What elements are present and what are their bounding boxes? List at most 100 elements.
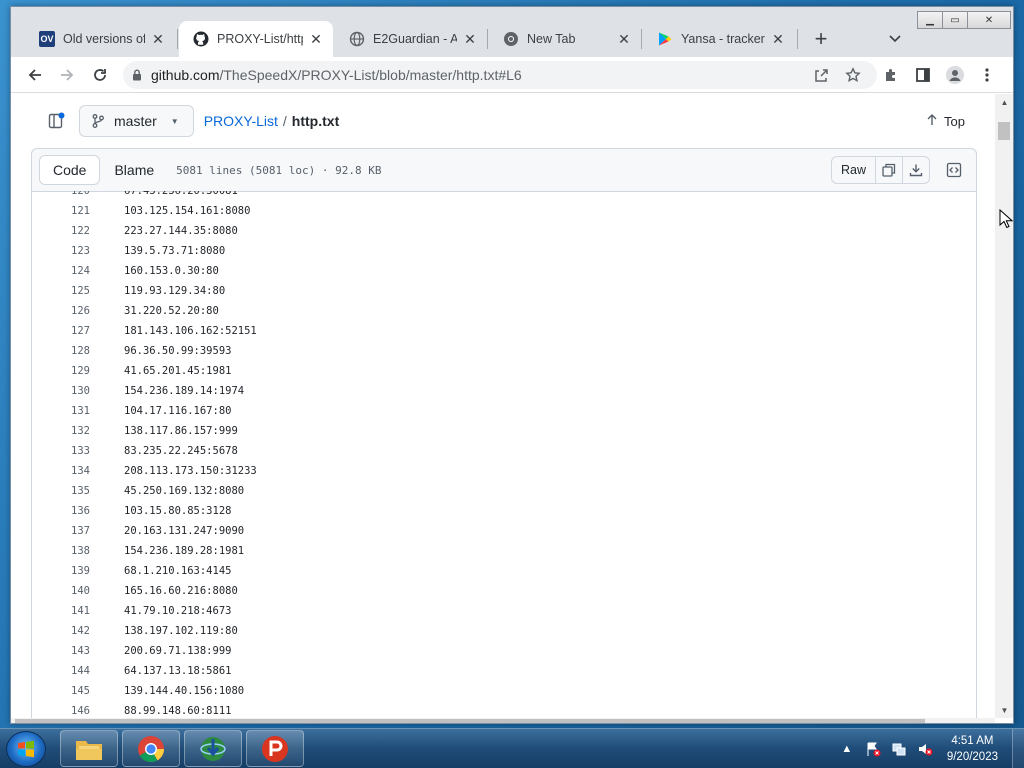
url-text[interactable]: github.com/TheSpeedX/PROXY-List/blob/mas… [151, 67, 522, 83]
vertical-scrollbar[interactable]: ▲ ▼ [995, 94, 1013, 718]
start-button[interactable] [6, 731, 46, 767]
code-line[interactable]: 122 223.27.144.35:8080 [32, 221, 976, 241]
line-number[interactable]: 146 [32, 705, 90, 717]
close-tab-icon[interactable]: ✕ [307, 30, 325, 48]
taskbar-chrome[interactable] [122, 730, 180, 767]
share-icon[interactable] [807, 61, 835, 89]
scrollbar-thumb[interactable] [998, 122, 1010, 140]
scroll-up-arrow-icon[interactable]: ▲ [995, 94, 1013, 110]
line-number[interactable]: 127 [32, 325, 90, 337]
line-number[interactable]: 145 [32, 685, 90, 697]
code-line[interactable]: 143 200.69.71.138:999 [32, 641, 976, 661]
line-number[interactable]: 123 [32, 245, 90, 257]
line-number[interactable]: 143 [32, 645, 90, 657]
line-number[interactable]: 140 [32, 585, 90, 597]
tab-e2guardian[interactable]: E2Guardian - Acc ✕ [335, 21, 487, 57]
code-line[interactable]: 120 67.43.236.20:30081 [32, 191, 976, 201]
volume-muted-icon[interactable] [915, 739, 935, 759]
code-line[interactable]: 121 103.125.154.161:8080 [32, 201, 976, 221]
tab-yansa[interactable]: Yansa - tracker fo ✕ [643, 21, 795, 57]
bookmark-star-icon[interactable] [839, 61, 867, 89]
address-bar[interactable]: github.com/TheSpeedX/PROXY-List/blob/mas… [123, 61, 877, 89]
download-icon[interactable] [902, 157, 929, 183]
new-tab-button[interactable]: + [807, 25, 835, 53]
breadcrumb-repo-link[interactable]: PROXY-List [204, 113, 278, 129]
code-line[interactable]: 132 138.117.86.157:999 [32, 421, 976, 441]
code-line[interactable]: 127 181.143.106.162:52151 [32, 321, 976, 341]
side-panel-icon[interactable] [909, 61, 937, 89]
profile-avatar-icon[interactable] [941, 61, 969, 89]
back-arrow-icon[interactable] [21, 61, 49, 89]
close-tab-icon[interactable]: ✕ [461, 30, 479, 48]
code-line[interactable]: 146 88.99.148.60:8111 [32, 701, 976, 718]
code-line[interactable]: 145 139.144.40.156:1080 [32, 681, 976, 701]
close-tab-icon[interactable]: ✕ [149, 30, 167, 48]
menu-kebab-icon[interactable] [973, 61, 1001, 89]
tab-proxy-list[interactable]: PROXY-List/http. ✕ [179, 21, 333, 57]
code-line[interactable]: 137 20.163.131.247:9090 [32, 521, 976, 541]
code-line[interactable]: 144 64.137.13.18:5861 [32, 661, 976, 681]
line-number[interactable]: 128 [32, 345, 90, 357]
branch-selector-button[interactable]: master ▼ [79, 105, 194, 137]
close-tab-icon[interactable]: ✕ [769, 30, 787, 48]
horizontal-scrollbar-thumb[interactable] [15, 719, 925, 723]
code-line[interactable]: 130 154.236.189.14:1974 [32, 381, 976, 401]
code-line[interactable]: 126 31.220.52.20:80 [32, 301, 976, 321]
line-number[interactable]: 120 [32, 191, 90, 197]
extensions-puzzle-icon[interactable] [877, 61, 905, 89]
lock-icon[interactable] [123, 69, 151, 81]
line-number[interactable]: 124 [32, 265, 90, 277]
raw-button[interactable]: Raw [832, 157, 875, 183]
file-tree-toggle-icon[interactable] [41, 106, 71, 136]
line-number[interactable]: 144 [32, 665, 90, 677]
line-number[interactable]: 132 [32, 425, 90, 437]
tab-old-versions[interactable]: OV Old versions of W ✕ [25, 21, 175, 57]
code-line[interactable]: 124 160.153.0.30:80 [32, 261, 976, 281]
taskbar-download-manager[interactable] [184, 730, 242, 767]
line-number[interactable]: 131 [32, 405, 90, 417]
code-line[interactable]: 133 83.235.22.245:5678 [32, 441, 976, 461]
line-number[interactable]: 139 [32, 565, 90, 577]
system-clock[interactable]: 4:51 AM 9/20/2023 [947, 733, 998, 765]
blame-view-button[interactable]: Blame [100, 155, 168, 185]
close-tab-icon[interactable]: ✕ [615, 30, 633, 48]
reload-icon[interactable] [86, 61, 114, 89]
line-number[interactable]: 121 [32, 205, 90, 217]
code-view[interactable]: 120 67.43.236.20:30081 121 103.125.154.161:… [31, 191, 977, 718]
symbols-panel-icon[interactable] [940, 156, 968, 184]
tab-search-chevron-icon[interactable] [883, 27, 907, 51]
code-line[interactable]: 135 45.250.169.132:8080 [32, 481, 976, 501]
line-number[interactable]: 137 [32, 525, 90, 537]
copy-icon[interactable] [875, 157, 902, 183]
line-number[interactable]: 141 [32, 605, 90, 617]
code-line[interactable]: 140 165.16.60.216:8080 [32, 581, 976, 601]
scroll-down-arrow-icon[interactable]: ▼ [995, 702, 1013, 718]
line-number[interactable]: 130 [32, 385, 90, 397]
tab-new-tab[interactable]: New Tab ✕ [489, 21, 641, 57]
top-button[interactable]: Top [927, 113, 965, 129]
minimize-window-icon[interactable]: ▁ [917, 11, 943, 29]
line-number[interactable]: 138 [32, 545, 90, 557]
show-hidden-icons-icon[interactable]: ▲ [837, 739, 857, 759]
line-number[interactable]: 125 [32, 285, 90, 297]
line-number[interactable]: 136 [32, 505, 90, 517]
code-line[interactable]: 139 68.1.210.163:4145 [32, 561, 976, 581]
line-number[interactable]: 126 [32, 305, 90, 317]
line-number[interactable]: 134 [32, 465, 90, 477]
line-number[interactable]: 135 [32, 485, 90, 497]
line-number[interactable]: 122 [32, 225, 90, 237]
code-line[interactable]: 128 96.36.50.99:39593 [32, 341, 976, 361]
line-number[interactable]: 133 [32, 445, 90, 457]
code-line[interactable]: 131 104.17.116.167:80 [32, 401, 976, 421]
action-center-flag-icon[interactable] [863, 739, 883, 759]
show-desktop-button[interactable] [1012, 729, 1024, 768]
code-line[interactable]: 125 119.93.129.34:80 [32, 281, 976, 301]
horizontal-scrollbar[interactable] [11, 718, 995, 723]
code-line[interactable]: 138 154.236.189.28:1981 [32, 541, 976, 561]
line-number[interactable]: 129 [32, 365, 90, 377]
code-line[interactable]: 141 41.79.10.218:4673 [32, 601, 976, 621]
code-line[interactable]: 134 208.113.173.150:31233 [32, 461, 976, 481]
line-number[interactable]: 142 [32, 625, 90, 637]
code-line[interactable]: 129 41.65.201.45:1981 [32, 361, 976, 381]
forward-arrow-icon[interactable] [53, 61, 81, 89]
